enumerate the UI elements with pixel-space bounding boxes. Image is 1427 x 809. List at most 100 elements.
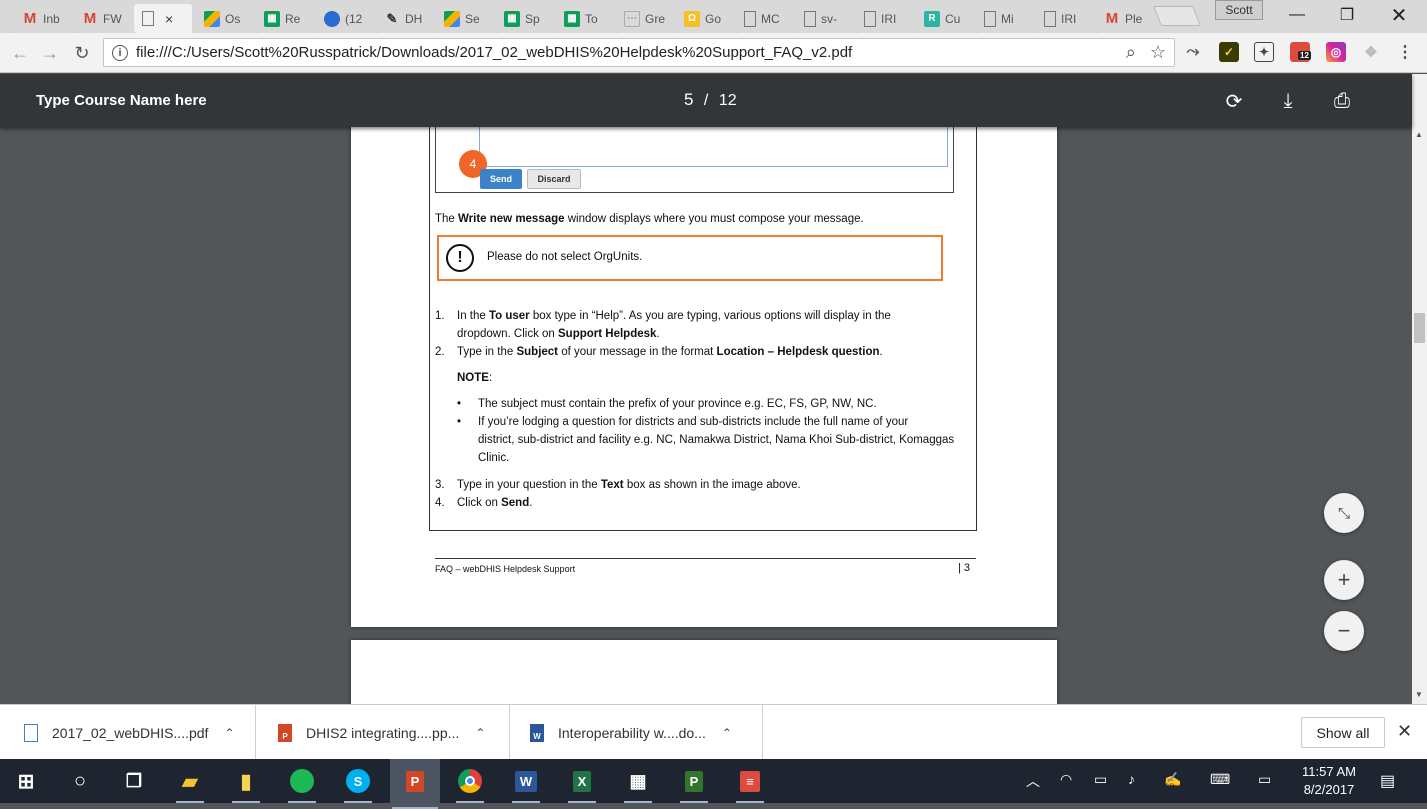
dropbox-icon[interactable]: ❖ [1361,42,1381,62]
embedded-screenshot: 4 Send Discard [435,127,954,193]
windows-start-icon[interactable]: ⊞ [10,765,42,797]
google-drive-icon [204,10,220,27]
tab-gmail-ple[interactable]: M Ple [1096,4,1152,33]
close-window-icon[interactable]: ✕ [1376,0,1422,30]
close-tab-icon[interactable]: × [165,11,173,27]
tab-cloud-12[interactable]: (12 [316,4,372,33]
todoist-extension-icon[interactable]: 12 [1290,42,1311,62]
r-icon: R [924,10,940,27]
file-explorer-icon[interactable]: ▰ [174,765,206,803]
wifi-icon[interactable]: ◠ [1060,771,1072,788]
zoom-in-icon[interactable]: + [1324,560,1364,600]
battery-icon[interactable]: ▭ [1094,771,1107,788]
fit-page-icon[interactable]: ⤡ [1324,493,1364,533]
extension-check-icon[interactable]: ✓ [1219,42,1239,62]
tab-mi[interactable]: Mi [976,4,1032,33]
tab-iri-2[interactable]: IRI [1036,4,1092,33]
minimize-icon[interactable]: — [1274,0,1320,30]
menu-icon[interactable]: ⋮ [1395,42,1415,62]
address-bar[interactable]: i file:///C:/Users/Scott%20Russpatrick/D… [103,38,1175,67]
word-file-icon: W [530,723,544,742]
search-icon[interactable]: ○ [64,765,96,797]
tab-sheets-to[interactable]: ▦ To [556,4,612,33]
bullet-2: • If you’re lodging a question for distri… [457,416,955,464]
chevron-up-icon[interactable]: ⌃ [475,726,485,740]
powerpoint-taskbar-icon[interactable]: P [390,759,440,809]
zoom-icon[interactable]: ⌕ [1126,42,1136,63]
gmail-icon: M [1105,10,1119,27]
notifications-icon[interactable]: ▤ [1380,771,1395,791]
scroll-down-icon[interactable]: ▼ [1415,690,1423,699]
zoom-out-icon[interactable]: − [1324,611,1364,651]
send-button-image: Send [480,169,522,189]
document-icon [984,10,996,27]
step-4: 4. Click on Send. [435,497,533,509]
tool-icon: ✎ [386,10,398,26]
word-taskbar-icon[interactable]: W [510,765,542,803]
calculator-icon[interactable]: ▦ [622,765,654,803]
pdf-viewer: 4 Send Discard The Write new message win… [0,127,1412,704]
page-separator: / [703,92,709,109]
clock[interactable]: 11:57 AM 8/2/2017 [1296,763,1362,799]
tab-keep-go[interactable]: Ω Go [676,4,732,33]
restore-icon[interactable]: ❐ [1324,0,1370,30]
tab-sv[interactable]: sv- [796,4,852,33]
tab-gmail-inbox[interactable]: M Inb [14,4,70,33]
tab-active-pdf[interactable]: × [134,4,192,33]
skype-icon[interactable]: S [342,765,374,803]
tab-drive-os[interactable]: Os [196,4,252,33]
download-icon[interactable]: ⤓ [1276,89,1300,113]
tab-gre[interactable]: ⋯ Gre [616,4,672,33]
reload-icon[interactable]: ↻ [70,41,94,65]
desktop-icon[interactable]: ▭ [1258,771,1271,788]
step-2: 2. Type in the Subject of your message in… [435,346,883,358]
pdf-file-icon [24,723,38,742]
excel-taskbar-icon[interactable]: X [566,765,598,803]
rotate-icon[interactable]: ⟳ [1222,89,1246,113]
tab-dh[interactable]: ✎ DH [376,4,432,33]
tab-iri-1[interactable]: IRI [856,4,912,33]
warning-box: ! Please do not select OrgUnits. [437,235,943,281]
tab-sheets-sp[interactable]: ▦ Sp [496,4,552,33]
instagram-icon[interactable]: ◎ [1326,42,1346,62]
close-downloads-icon[interactable]: ✕ [1397,721,1412,742]
extension-bulb-icon[interactable]: ✦ [1254,42,1274,62]
back-icon[interactable]: ← [8,41,32,65]
chrome-icon[interactable] [454,765,486,803]
sticky-notes-icon[interactable]: ▮ [230,765,262,803]
tab-cu[interactable]: R Cu [916,4,972,33]
download-item-pptx[interactable]: P DHIS2 integrating....pp... ⌃ [256,705,510,760]
info-icon[interactable]: i [112,44,128,61]
extension-arrow-icon[interactable]: ⤳ [1183,42,1203,62]
scroll-up-icon[interactable]: ▲ [1415,130,1423,139]
spotify-icon[interactable] [286,765,318,803]
tab-drive-se[interactable]: Se [436,4,492,33]
profile-button[interactable]: Scott [1215,0,1263,20]
clock-date: 8/2/2017 [1303,782,1355,797]
new-tab-button[interactable] [1152,6,1202,26]
show-all-button[interactable]: Show all [1301,717,1385,748]
download-item-pdf[interactable]: 2017_02_webDHIS....pdf ⌃ [0,705,256,760]
tab-mc[interactable]: MC [736,4,792,33]
todoist-taskbar-icon[interactable]: ≡ [734,765,766,803]
bookmark-star-icon[interactable]: ☆ [1150,42,1166,63]
keyboard-icon[interactable]: ⌨ [1210,771,1230,788]
volume-icon[interactable]: ♪ [1128,771,1135,787]
project-taskbar-icon[interactable]: P [678,765,710,803]
print-icon[interactable]: ⎙ [1330,89,1354,113]
footer-title: FAQ – webDHIS Helpdesk Support [435,564,576,574]
pen-icon[interactable]: ✍ [1164,771,1181,788]
vertical-scrollbar[interactable]: ▲ ▼ [1412,74,1427,704]
tab-sheets-re[interactable]: ▦ Re [256,4,312,33]
download-item-docx[interactable]: W Interoperability w....do... ⌃ [510,705,763,760]
task-view-icon[interactable]: ❒ [118,765,150,797]
tab-gmail-fw[interactable]: M FW [74,4,130,33]
tray-chevron-icon[interactable]: ︿ [1026,771,1040,791]
page-indicator: 5 / 12 [684,90,737,110]
current-page-input[interactable]: 5 [684,90,693,109]
scroll-thumb[interactable] [1414,313,1425,343]
gmail-icon: M [83,10,97,27]
forward-icon[interactable]: → [38,41,62,65]
chevron-up-icon[interactable]: ⌃ [722,726,732,740]
chevron-up-icon[interactable]: ⌃ [224,726,234,740]
